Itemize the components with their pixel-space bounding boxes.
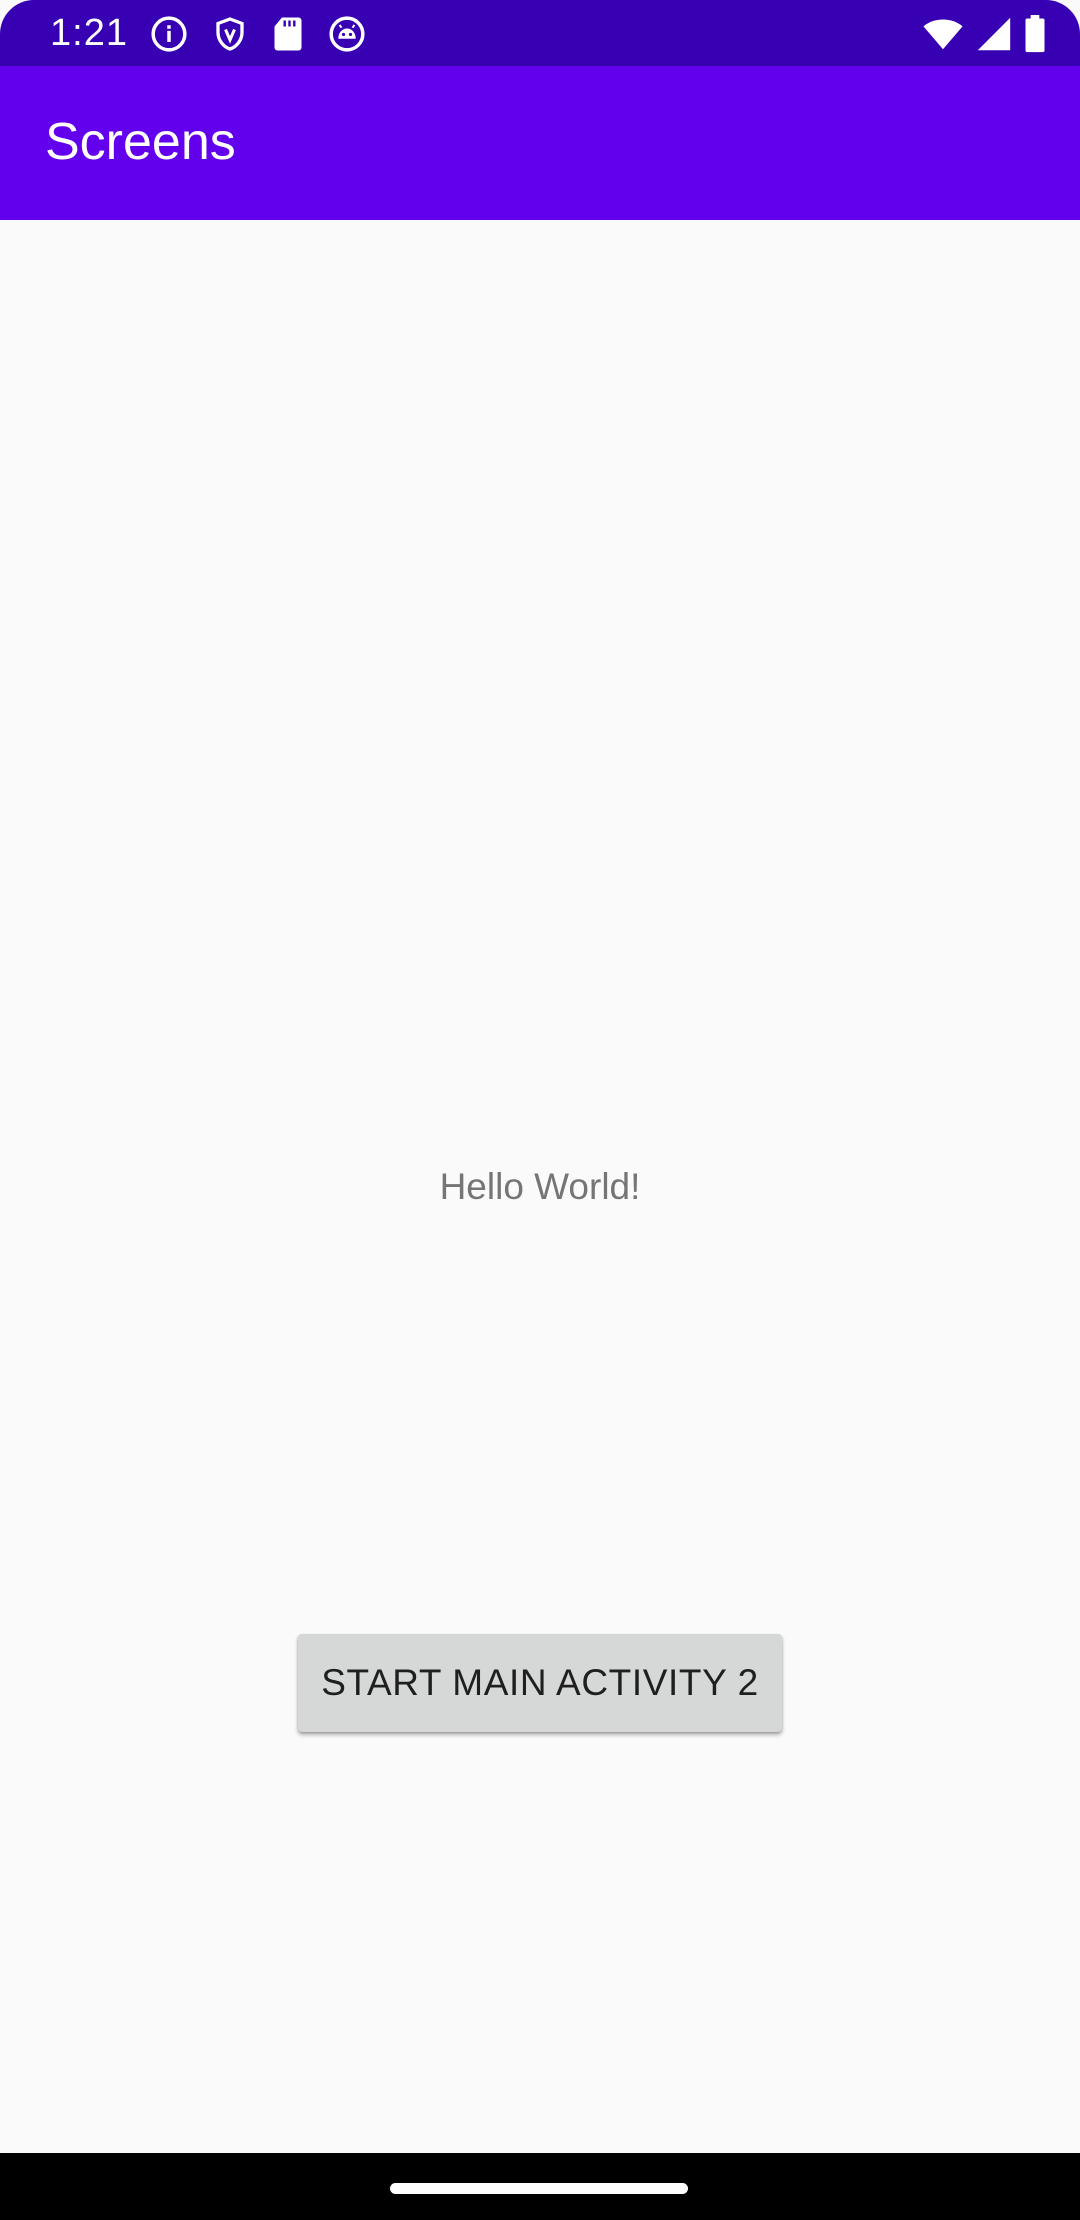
- battery-icon: [1025, 15, 1045, 53]
- hello-text: Hello World!: [439, 1166, 641, 1207]
- start-main-activity-2-button[interactable]: START MAIN ACTIVITY 2: [298, 1634, 782, 1732]
- status-bar: 1:21: [0, 0, 1080, 66]
- status-time: 1:21: [50, 12, 128, 54]
- app-bar: Screens: [0, 66, 1080, 220]
- sd-card-icon: [274, 17, 302, 51]
- main-content: Hello World! START MAIN ACTIVITY 2: [0, 220, 1080, 2153]
- cellular-signal-icon: [977, 17, 1011, 51]
- info-icon: [151, 16, 187, 52]
- app-title: Screens: [45, 113, 236, 171]
- navigation-bar: [0, 2153, 1080, 2220]
- android-debug-icon: [329, 16, 365, 52]
- status-notification-icons: [150, 14, 366, 54]
- shield-icon: [216, 17, 244, 51]
- wifi-icon: [923, 19, 963, 50]
- home-indicator[interactable]: [390, 2183, 688, 2194]
- status-system-icons: [922, 14, 1046, 54]
- device-screen: 1:21 Screens Hello World! START MAIN ACT…: [0, 0, 1080, 2220]
